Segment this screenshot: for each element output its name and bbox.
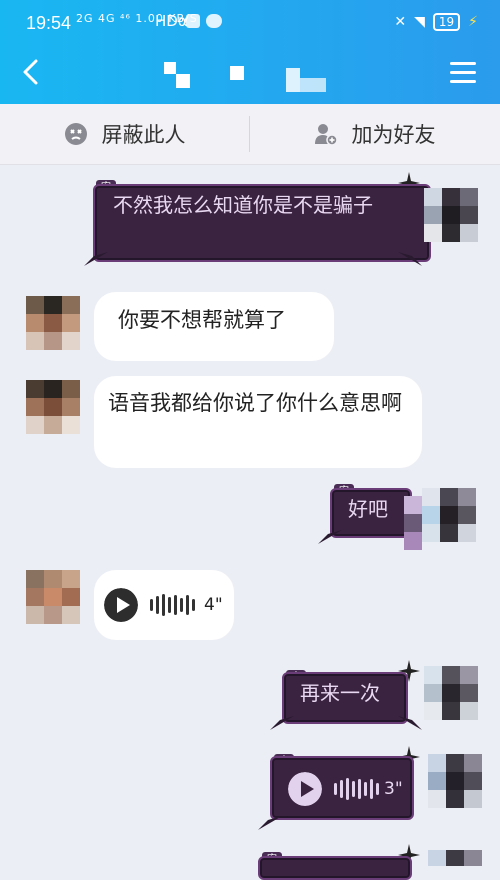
message-bubble-dark[interactable]: 不然我怎么知道你是不是骗子 xyxy=(93,184,431,262)
message-bubble[interactable]: 语音我都给你说了你什么意思啊 xyxy=(94,376,422,468)
message-bubble-dark[interactable]: 再来一次 xyxy=(282,672,408,724)
charging-icon: ⚡ xyxy=(468,14,478,30)
avatar-self[interactable] xyxy=(404,488,476,554)
bubble-wing-icon xyxy=(258,816,282,830)
message-text: 好吧 xyxy=(348,497,388,521)
hd-indicator: HDα xyxy=(155,12,188,30)
add-friend-button[interactable]: 加为好友 xyxy=(250,104,499,164)
battery-level: 19 xyxy=(438,15,455,29)
wifi-icon: ◥ xyxy=(414,14,425,30)
wechat-icon xyxy=(206,14,222,28)
bubble-wing-icon xyxy=(318,530,342,544)
message-bubble[interactable]: 你要不想帮就算了 xyxy=(94,292,334,361)
block-user-button[interactable]: 屏蔽此人 xyxy=(0,104,249,164)
avatar-self[interactable] xyxy=(428,850,482,866)
play-icon[interactable] xyxy=(104,588,138,622)
block-face-icon xyxy=(64,123,87,145)
avatar-other[interactable] xyxy=(26,380,80,434)
message-bubble-dark[interactable] xyxy=(258,856,412,880)
status-bar: 19:54 2G 4G ⁴⁶ 1.00 KB/S HDα ✕ ◥ 19 ⚡ xyxy=(0,0,500,46)
message-text: 再来一次 xyxy=(300,681,380,705)
menu-icon[interactable] xyxy=(450,62,476,84)
chat-title-obscured xyxy=(160,60,340,94)
message-text: 语音我都给你说了你什么意思啊 xyxy=(108,391,402,415)
avatar-other[interactable] xyxy=(26,570,80,624)
avatar-self[interactable] xyxy=(424,188,478,242)
voice-waveform-icon xyxy=(334,778,379,800)
status-right: ✕ ◥ 19 ⚡ xyxy=(394,13,478,31)
bubble-wing-icon xyxy=(84,252,108,266)
top-bar: 19:54 2G 4G ⁴⁶ 1.00 KB/S HDα ✕ ◥ 19 ⚡ xyxy=(0,0,500,104)
avatar-self[interactable] xyxy=(428,754,482,808)
play-icon[interactable] xyxy=(288,772,322,806)
message-bubble-dark[interactable]: 好吧 xyxy=(330,488,412,538)
message-text: 不然我怎么知道你是不是骗子 xyxy=(113,193,373,217)
avatar-self[interactable] xyxy=(424,666,478,720)
action-bar: 屏蔽此人 加为好友 xyxy=(0,104,500,165)
voice-duration: 4" xyxy=(204,595,223,615)
bubble-wing-icon xyxy=(270,716,294,730)
vibrate-icon: ✕ xyxy=(394,14,407,30)
back-arrow-icon[interactable] xyxy=(18,58,46,86)
battery-icon: 19 xyxy=(432,13,461,31)
status-time: 19:54 xyxy=(26,13,72,33)
voice-message-bubble-dark[interactable]: 3" xyxy=(270,756,414,820)
voice-duration: 3" xyxy=(384,779,403,799)
bubble-wing-icon xyxy=(398,716,422,730)
block-user-label: 屏蔽此人 xyxy=(101,123,186,147)
bubble-wing-icon xyxy=(398,252,422,266)
app-notification-icon xyxy=(186,14,200,28)
voice-waveform-icon xyxy=(150,594,195,616)
add-friend-icon xyxy=(314,124,338,146)
avatar-other[interactable] xyxy=(26,296,80,350)
add-friend-label: 加为好友 xyxy=(351,123,436,147)
voice-message-bubble[interactable]: 4" xyxy=(94,570,234,640)
message-text: 你要不想帮就算了 xyxy=(118,308,286,332)
